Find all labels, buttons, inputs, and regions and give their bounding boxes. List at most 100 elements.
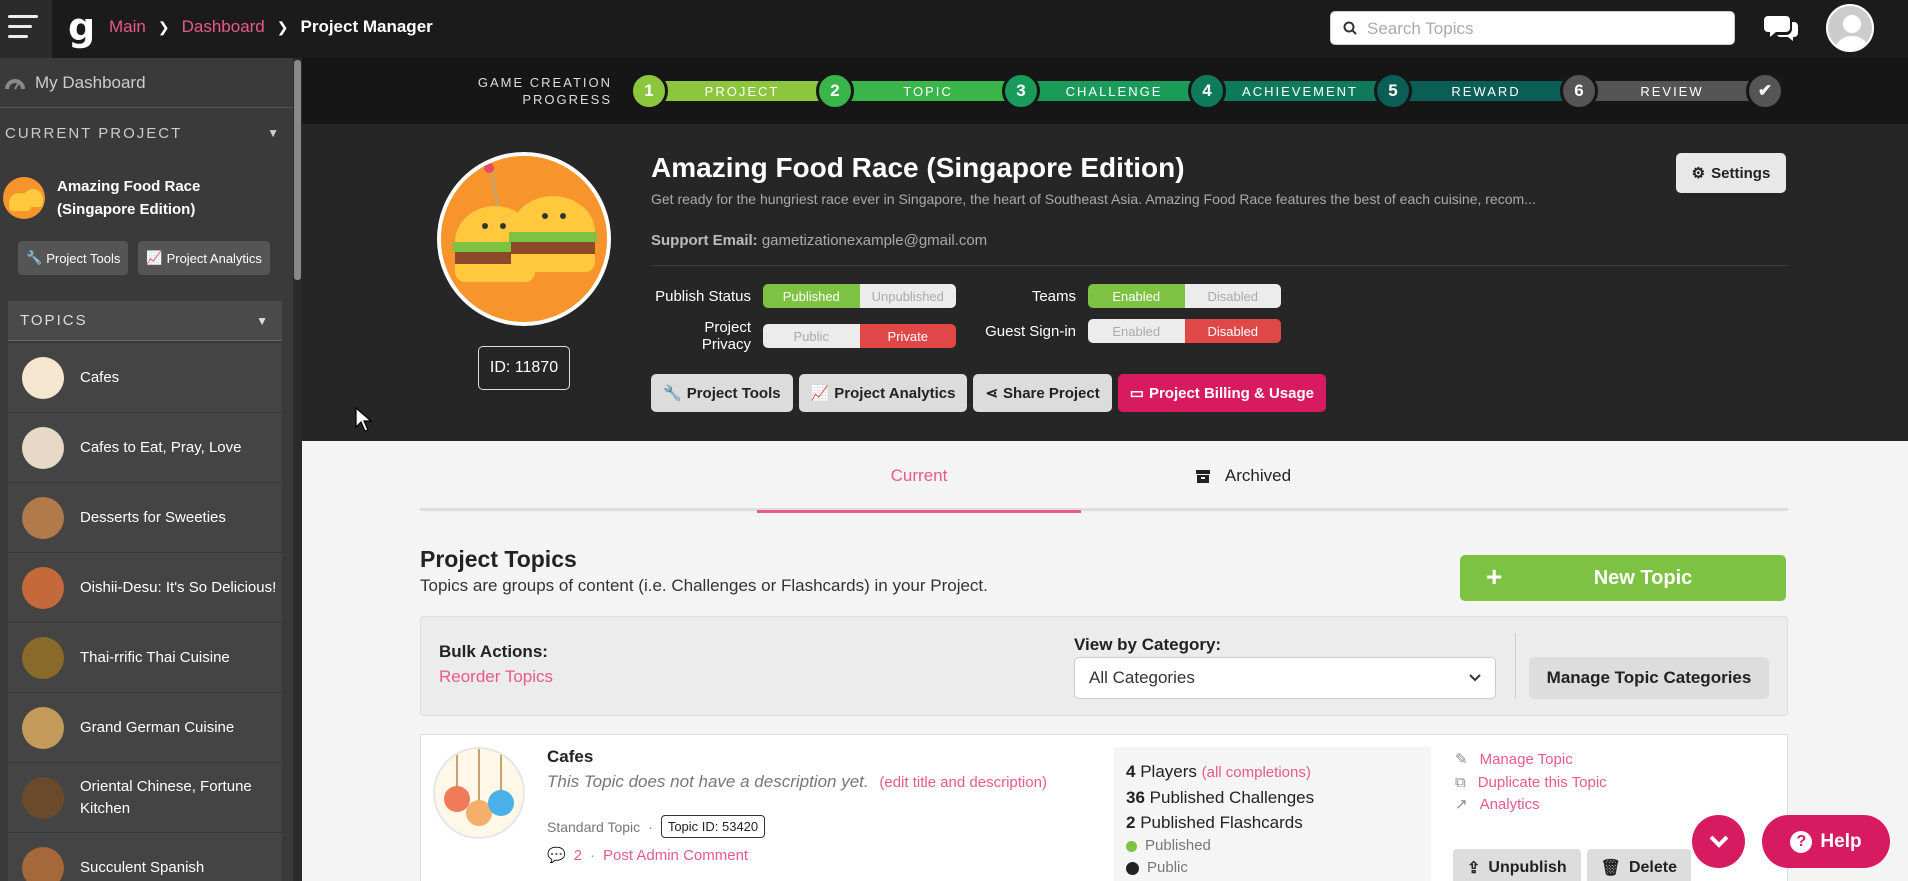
- help-button[interactable]: ? Help: [1762, 815, 1890, 868]
- topic-label: Desserts for Sweeties: [80, 508, 226, 526]
- dot-separator: ·: [590, 846, 596, 864]
- progress-step-number[interactable]: 5: [1374, 72, 1412, 110]
- analytics-link[interactable]: ↗ Analytics: [1455, 794, 1607, 817]
- delete-button[interactable]: 🗑 Delete: [1586, 849, 1691, 881]
- chat-icon[interactable]: [1764, 12, 1800, 42]
- topic-card: Cafes This Topic does not have a descrip…: [420, 734, 1788, 881]
- topic-card-title[interactable]: Cafes: [547, 747, 593, 767]
- gametize-logo[interactable]: g: [68, 8, 96, 48]
- new-topic-button[interactable]: + New Topic: [1460, 555, 1786, 601]
- all-completions-link[interactable]: (all completions): [1202, 764, 1311, 781]
- published-option[interactable]: Published: [763, 284, 860, 308]
- breadcrumb-main[interactable]: Main: [109, 17, 146, 37]
- sidebar-topic-item[interactable]: Thai-rrific Thai Cuisine: [8, 623, 282, 693]
- teams-toggle[interactable]: Enabled Disabled: [1088, 284, 1281, 308]
- guest-enabled-option[interactable]: Enabled: [1088, 319, 1185, 343]
- guest-disabled-option[interactable]: Disabled: [1184, 319, 1281, 343]
- progress-step-label[interactable]: REVIEW: [1598, 81, 1746, 101]
- sidebar-topic-item[interactable]: Cafes: [8, 343, 282, 413]
- private-option[interactable]: Private: [859, 324, 956, 348]
- progress-step-label[interactable]: TOPIC: [854, 81, 1002, 101]
- publish-status-label: Publish Status: [655, 287, 751, 305]
- divider: [1515, 633, 1516, 699]
- line-chart-icon: ↗: [1455, 796, 1468, 813]
- comment-count[interactable]: 2: [574, 847, 582, 864]
- category-select[interactable]: All Categories: [1074, 657, 1496, 699]
- players-count: 4: [1126, 762, 1136, 781]
- sidebar-project-analytics-button[interactable]: 📈 Project Analytics: [138, 241, 270, 275]
- tab-archived[interactable]: Archived: [1081, 441, 1405, 511]
- project-analytics-label: Project Analytics: [834, 384, 956, 402]
- sidebar-topic-item[interactable]: Succulent Spanish: [8, 833, 282, 881]
- topics-header[interactable]: TOPICS ▼: [8, 301, 282, 341]
- sidebar-topic-item[interactable]: Grand German Cuisine: [8, 693, 282, 763]
- tab-current[interactable]: Current: [757, 441, 1081, 513]
- unpublish-button[interactable]: ⇪ Unpublish: [1453, 849, 1581, 881]
- sidebar-project-tools-button[interactable]: 🔧 Project Tools: [18, 241, 129, 275]
- bulk-actions-label: Bulk Actions:: [439, 642, 548, 661]
- settings-button[interactable]: ⚙ Settings: [1676, 153, 1786, 193]
- progress-step-label[interactable]: CHALLENGE: [1040, 81, 1188, 101]
- publish-status-toggle[interactable]: Published Unpublished: [763, 284, 956, 308]
- sidebar-current-project[interactable]: Amazing Food Race (Singapore Edition): [0, 168, 293, 228]
- topic-card-comments: 💬 2 · Post Admin Comment: [547, 846, 748, 865]
- breadcrumb: Main ❯ Dashboard ❯ Project Manager: [109, 17, 433, 37]
- edit-title-link[interactable]: (edit title and description): [879, 774, 1047, 791]
- sidebar-my-dashboard[interactable]: My Dashboard: [0, 58, 293, 108]
- progress-step-number[interactable]: 2: [816, 72, 854, 110]
- teams-enabled-option[interactable]: Enabled: [1088, 284, 1185, 308]
- project-privacy-toggle[interactable]: Public Private: [763, 324, 956, 348]
- share-project-button[interactable]: ⋖ Share Project: [973, 374, 1112, 412]
- user-avatar[interactable]: [1826, 4, 1874, 52]
- topic-card-description: This Topic does not have a description y…: [547, 772, 1047, 792]
- unpublished-option[interactable]: Unpublished: [859, 284, 956, 308]
- duplicate-topic-link[interactable]: ⧉ Duplicate this Topic: [1455, 772, 1607, 795]
- search-input[interactable]: [1367, 18, 1717, 40]
- project-analytics-label: Project Analytics: [166, 250, 262, 266]
- project-tools-label: Project Tools: [686, 384, 781, 402]
- post-admin-comment-link[interactable]: Post Admin Comment: [603, 847, 748, 864]
- public-option[interactable]: Public: [763, 324, 860, 348]
- guest-signin-toggle[interactable]: Enabled Disabled: [1088, 319, 1281, 343]
- divider: [651, 265, 1788, 266]
- project-avatar: [437, 152, 611, 326]
- sidebar-topic-item[interactable]: Oriental Chinese, Fortune Kitchen: [8, 763, 282, 833]
- teams-disabled-option[interactable]: Disabled: [1184, 284, 1281, 308]
- manage-topic-link[interactable]: ✎ Manage Topic: [1455, 749, 1607, 772]
- progress-step-label[interactable]: REWARD: [1412, 81, 1560, 101]
- published-status: Published: [1126, 835, 1419, 857]
- progress-step-label[interactable]: ACHIEVEMENT: [1226, 81, 1374, 101]
- topic-card-meta: Standard Topic · Topic ID: 53420: [547, 815, 766, 838]
- progress-step-number[interactable]: 4: [1188, 72, 1226, 110]
- checkmark-icon[interactable]: ✔: [1746, 72, 1784, 110]
- topic-label: Succulent Spanish: [80, 858, 205, 876]
- project-tools-button[interactable]: 🔧 Project Tools: [651, 374, 793, 412]
- reorder-topics-link[interactable]: Reorder Topics: [439, 667, 553, 687]
- scroll-down-button[interactable]: [1692, 815, 1745, 868]
- progress-step-number[interactable]: 1: [630, 72, 668, 110]
- project-billing-button[interactable]: ▭ Project Billing & Usage: [1117, 374, 1326, 412]
- visibility-status: Public: [1126, 857, 1419, 879]
- manage-topic-categories-button[interactable]: Manage Topic Categories: [1529, 657, 1769, 699]
- topic-thumbnail: [22, 356, 64, 399]
- my-dashboard-label: My Dashboard: [35, 72, 146, 92]
- sidebar-topic-item[interactable]: Desserts for Sweeties: [8, 483, 282, 553]
- project-description: Get ready for the hungriest race ever in…: [651, 191, 1536, 207]
- challenges-count: 36: [1126, 788, 1145, 807]
- project-topics-subtitle: Topics are groups of content (i.e. Chall…: [420, 576, 988, 595]
- breadcrumb-dashboard[interactable]: Dashboard: [182, 17, 265, 37]
- menu-icon[interactable]: [0, 0, 52, 58]
- sidebar-scrollbar[interactable]: [293, 58, 302, 881]
- progress-step-label[interactable]: PROJECT: [668, 81, 816, 101]
- project-header: ID: 11870 Amazing Food Race (Singapore E…: [302, 124, 1908, 441]
- progress-step-number[interactable]: 3: [1002, 72, 1040, 110]
- current-project-header[interactable]: CURRENT PROJECT ▼: [0, 118, 293, 148]
- progress-step-number[interactable]: 6: [1560, 72, 1598, 110]
- topic-thumbnail: [22, 566, 64, 609]
- sidebar-topic-item[interactable]: Oishii-Desu: It's So Delicious!: [8, 553, 282, 623]
- project-analytics-button[interactable]: 📈 Project Analytics: [798, 374, 968, 412]
- topic-label: Oishii-Desu: It's So Delicious!: [80, 578, 277, 596]
- share-icon: ⋖: [985, 385, 999, 402]
- sidebar-topic-item[interactable]: Cafes to Eat, Pray, Love: [8, 413, 282, 483]
- question-circle-icon: ?: [1790, 830, 1813, 853]
